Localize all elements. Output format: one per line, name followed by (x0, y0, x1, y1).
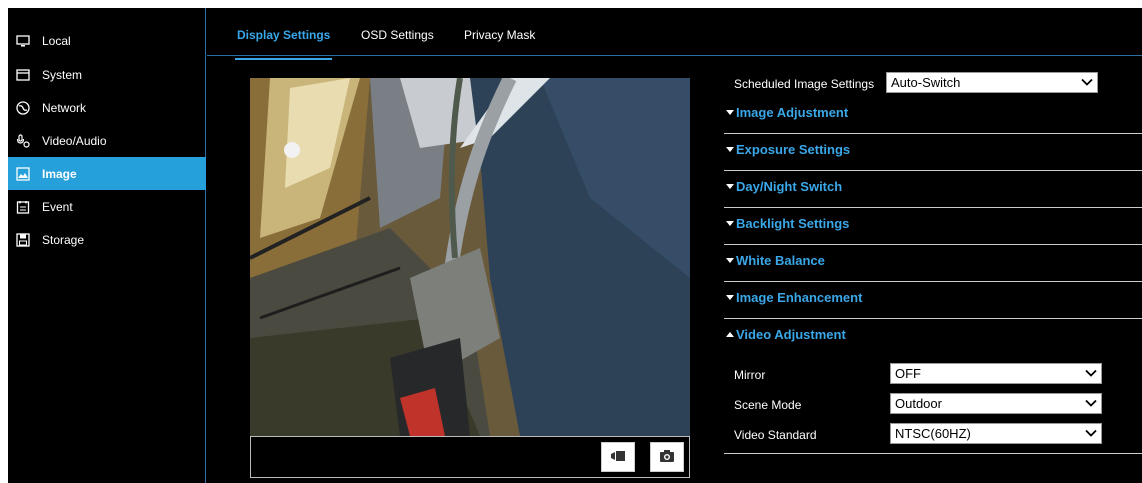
calendar-icon (16, 200, 30, 214)
tab-display-settings[interactable]: Display Settings (234, 28, 333, 60)
sidebar-item-label: Local (42, 33, 71, 48)
sidebar-item-image[interactable]: Image (8, 157, 206, 190)
sidebar-item-label: Image (42, 166, 77, 181)
caret-down-icon (726, 184, 734, 189)
sidebar-item-label: Storage (42, 232, 85, 247)
section-title: Video Adjustment (736, 327, 846, 342)
section-title: Image Enhancement (736, 290, 863, 305)
live-preview[interactable] (250, 78, 690, 436)
sidebar-item-storage[interactable]: Storage (8, 223, 206, 256)
select-value: Auto-Switch (891, 75, 961, 90)
section-title: White Balance (736, 253, 825, 268)
chevron-down-icon (1081, 78, 1093, 86)
system-icon (16, 68, 30, 82)
caret-down-icon (726, 258, 734, 263)
caret-up-icon (726, 332, 734, 337)
globe-icon (16, 100, 30, 115)
image-icon (16, 166, 30, 181)
chevron-down-icon (1085, 429, 1097, 437)
scene-mode-select[interactable]: Outdoor (890, 393, 1102, 414)
sidebar-item-label: System (42, 67, 83, 82)
microphone-icon (16, 133, 30, 148)
preview-toolbar (250, 436, 690, 478)
section-title: Image Adjustment (736, 105, 849, 120)
sidebar: Local System Network Video/Audio Image E… (8, 8, 206, 483)
select-value: NTSC(60HZ) (895, 426, 971, 441)
monitor-icon (16, 34, 30, 48)
record-button[interactable] (601, 442, 635, 472)
video-standard-select[interactable]: NTSC(60HZ) (890, 423, 1102, 444)
caret-down-icon (726, 295, 734, 300)
section-video-adjustment[interactable]: Video Adjustment (724, 320, 1142, 356)
scheduled-image-settings-label: Scheduled Image Settings (734, 77, 875, 91)
video-standard-label: Video Standard (734, 428, 817, 442)
sidebar-item-video-audio[interactable]: Video/Audio (8, 124, 206, 157)
section-title: Day/Night Switch (736, 179, 843, 194)
section-day-night-switch[interactable]: Day/Night Switch (724, 172, 1142, 208)
settings-panel: Scheduled Image Settings Auto-Switch Ima… (718, 8, 1142, 483)
floppy-icon (16, 232, 30, 247)
section-exposure-settings[interactable]: Exposure Settings (724, 135, 1142, 171)
select-value: OFF (895, 366, 921, 381)
select-value: Outdoor (895, 396, 942, 411)
divider (724, 453, 1142, 454)
section-backlight-settings[interactable]: Backlight Settings (724, 209, 1142, 245)
sidebar-item-event[interactable]: Event (8, 190, 206, 223)
caret-down-icon (726, 110, 734, 115)
sidebar-item-label: Event (42, 199, 73, 214)
section-title: Backlight Settings (736, 216, 850, 231)
section-image-enhancement[interactable]: Image Enhancement (724, 283, 1142, 319)
chevron-down-icon (1085, 369, 1097, 377)
section-white-balance[interactable]: White Balance (724, 246, 1142, 282)
section-image-adjustment[interactable]: Image Adjustment (724, 98, 1142, 134)
app-window: Local System Network Video/Audio Image E… (8, 8, 1142, 483)
sidebar-item-network[interactable]: Network (8, 91, 206, 124)
chevron-down-icon (1085, 399, 1097, 407)
sidebar-item-local[interactable]: Local (8, 24, 206, 57)
sidebar-item-system[interactable]: System (8, 58, 206, 91)
section-title: Exposure Settings (736, 142, 851, 157)
sidebar-item-label: Network (42, 100, 87, 115)
scene-mode-label: Scene Mode (734, 398, 802, 412)
mirror-select[interactable]: OFF (890, 363, 1102, 384)
camera-icon (659, 449, 675, 466)
caret-down-icon (726, 147, 734, 152)
tab-privacy-mask[interactable]: Privacy Mask (464, 28, 535, 42)
scheduled-image-settings-select[interactable]: Auto-Switch (886, 72, 1098, 93)
tab-osd-settings[interactable]: OSD Settings (361, 28, 434, 42)
record-icon (610, 449, 626, 466)
caret-down-icon (726, 221, 734, 226)
sidebar-item-label: Video/Audio (42, 133, 107, 148)
snapshot-button[interactable] (650, 442, 684, 472)
mirror-label: Mirror (734, 368, 766, 382)
camera-image (250, 78, 690, 436)
